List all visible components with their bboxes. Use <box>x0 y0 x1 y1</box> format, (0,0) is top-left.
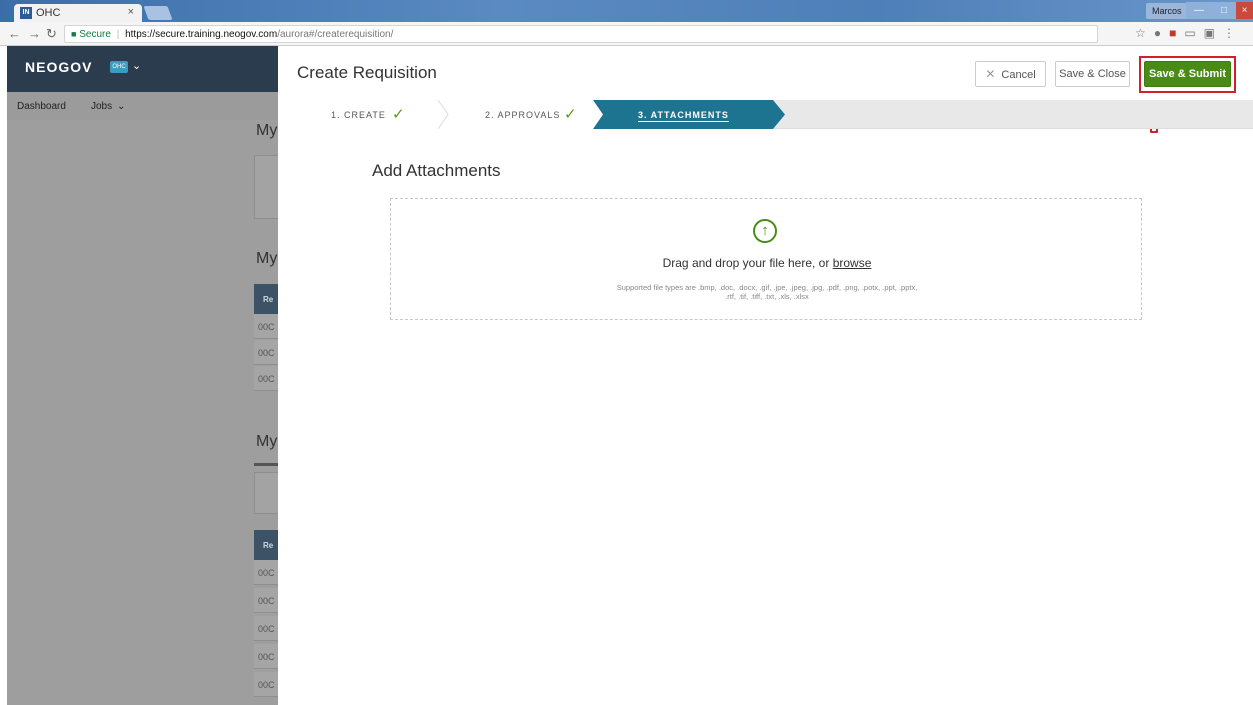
create-requisition-panel: Create Requisition ✕ Cancel Save & Close … <box>278 46 1253 705</box>
file-dropzone[interactable]: ↑ Drag and drop your file here, or brows… <box>390 198 1142 320</box>
save-close-button[interactable]: Save & Close <box>1055 61 1130 87</box>
new-tab-button[interactable] <box>143 6 173 20</box>
extension-icon[interactable]: ● <box>1154 26 1169 40</box>
nav-dashboard[interactable]: Dashboard <box>17 101 66 112</box>
ohc-badge[interactable]: OHC <box>110 61 128 73</box>
bg-tab-underline <box>254 463 278 466</box>
background-overlay <box>7 120 278 705</box>
lock-icon: ■ <box>71 29 77 39</box>
url-host: https://secure.training.neogov.com <box>125 29 278 40</box>
url-path: /aurora#/createrequisition/ <box>277 29 394 40</box>
dropzone-text: Drag and drop your file here, or browse <box>391 256 1143 270</box>
window-close-icon[interactable]: × <box>1236 2 1253 19</box>
upload-arrow-icon[interactable]: ↑ <box>753 219 777 243</box>
browser-titlebar: IN OHC × Marcos — □ × <box>0 0 1253 22</box>
app-header: NEOGOV OHC ⌄ <box>7 46 278 92</box>
supported-file-types: Supported file types are .bmp, .doc, .do… <box>616 283 918 301</box>
page-edge <box>0 46 7 705</box>
step-progress-bar: 1. CREATE ✓ 2. APPROVALS ✓ 3. ATTACHMENT… <box>278 100 1253 129</box>
cancel-button[interactable]: ✕ Cancel <box>975 61 1046 87</box>
url-separator: | <box>116 29 120 40</box>
reload-icon[interactable]: ↻ <box>46 26 57 42</box>
table-row: 00C <box>254 588 278 613</box>
nav-jobs[interactable]: Jobs <box>91 101 112 112</box>
step-create[interactable]: 1. CREATE ✓ <box>278 100 448 129</box>
page-title: Create Requisition <box>297 63 437 82</box>
back-icon[interactable]: ← <box>8 26 21 41</box>
favicon-icon: IN <box>20 7 32 19</box>
address-bar: ← → ↻ ■ Secure | https://secure.training… <box>0 22 1253 46</box>
browse-link[interactable]: browse <box>833 256 872 270</box>
table-row: 00C <box>254 366 278 391</box>
drop-instruction: Drag and drop your file here, or <box>662 256 830 270</box>
cancel-label: Cancel <box>1001 69 1036 81</box>
step-separator-icon <box>438 100 458 129</box>
extension-icons[interactable]: ☆●■▭▣⋮ <box>1135 26 1243 40</box>
checkmark-icon: ✓ <box>564 106 578 123</box>
chevron-down-icon[interactable]: ⌄ <box>132 59 141 72</box>
section-title: Add Attachments <box>372 161 501 180</box>
cast-icon[interactable]: ▭ <box>1184 26 1203 40</box>
table-row: 00C <box>254 314 278 339</box>
bg-table-header: Re <box>254 284 278 314</box>
step-label: 3. ATTACHMENTS <box>638 110 729 122</box>
annotation-highlight-box <box>1139 56 1236 93</box>
bg-section-title: My <box>256 433 278 450</box>
url-input[interactable]: ■ Secure | https://secure.training.neogo… <box>64 25 1098 43</box>
secure-label: Secure <box>79 29 111 40</box>
step-label: 2. APPROVALS <box>485 110 561 120</box>
maximize-icon[interactable]: □ <box>1211 2 1237 19</box>
pdf-extension-icon[interactable]: ■ <box>1169 26 1184 40</box>
app-subnav: Dashboard Jobs ⌄ <box>7 92 278 120</box>
tab-close-icon[interactable]: × <box>128 6 134 18</box>
step-approvals[interactable]: 2. APPROVALS ✓ <box>448 100 603 129</box>
bg-table-header: Re <box>254 530 278 560</box>
checkmark-icon: ✓ <box>392 106 406 123</box>
table-row: 00C <box>254 340 278 365</box>
forward-icon[interactable]: → <box>28 26 41 41</box>
minimize-icon[interactable]: — <box>1186 2 1212 19</box>
step-separator-icon <box>593 100 613 129</box>
profile-button[interactable]: Marcos <box>1146 3 1188 19</box>
bg-section-title: My <box>256 250 278 267</box>
bookmark-star-icon[interactable]: ☆ <box>1135 26 1154 40</box>
tab-title: OHC <box>36 7 61 19</box>
table-row: 00C <box>254 616 278 641</box>
step-label: 1. CREATE <box>331 110 386 120</box>
close-icon: ✕ <box>985 67 996 81</box>
table-row: 00C <box>254 560 278 585</box>
table-row: 00C <box>254 644 278 669</box>
step-arrow-tip-icon <box>773 100 785 129</box>
bg-card <box>254 472 278 514</box>
bg-card <box>254 155 278 219</box>
step-attachments[interactable]: 3. ATTACHMENTS <box>603 100 773 129</box>
browser-tab[interactable]: IN OHC × <box>14 4 142 22</box>
chevron-down-icon[interactable]: ⌄ <box>117 101 125 112</box>
menu-icon[interactable]: ⋮ <box>1223 26 1243 40</box>
extension-square-icon[interactable]: ▣ <box>1204 26 1223 40</box>
bg-section-title: My <box>256 122 278 139</box>
table-row: 00C <box>254 672 278 697</box>
brand-logo[interactable]: NEOGOV <box>25 59 92 75</box>
